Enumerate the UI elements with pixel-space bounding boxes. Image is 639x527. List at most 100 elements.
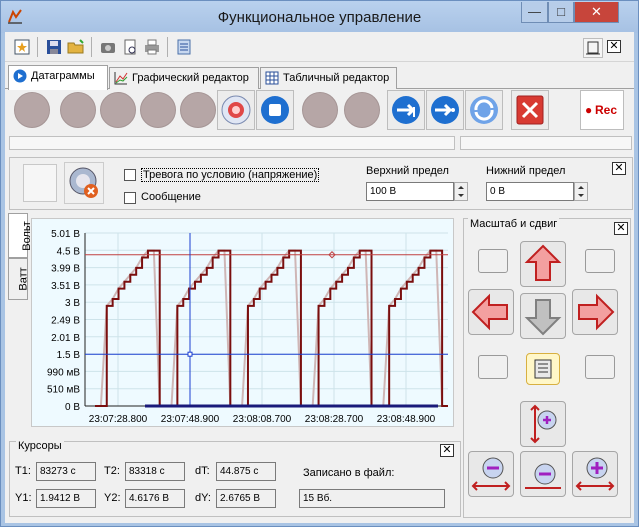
message-label: Сообщение <box>141 191 201 203</box>
alarm-off-button[interactable] <box>64 162 104 204</box>
rec-button[interactable]: ● Rec <box>580 90 624 130</box>
close-cursors-icon[interactable]: ✕ <box>440 444 454 457</box>
title-bar: Функциональное управление — □ ✕ <box>1 1 638 33</box>
y-tick-label: 2.01 В <box>51 333 80 344</box>
alarm-condition-label: Тревога по условию (напряжение) <box>141 168 320 182</box>
file-label: Записано в файл: <box>303 467 395 479</box>
y-tick-label: 5.01 В <box>51 229 80 240</box>
y-tick-label: 2.49 В <box>51 316 80 327</box>
t1-field: 83273 с <box>36 462 96 481</box>
tab-datagrams[interactable]: Датаграммы <box>8 65 108 90</box>
tab-graphic-editor[interactable]: Графический редактор <box>109 67 259 89</box>
print-icon[interactable] <box>143 38 161 56</box>
tab-table-editor[interactable]: Табличный редактор <box>260 67 397 89</box>
blank-slot-button[interactable] <box>478 355 508 379</box>
close-alarm-panel-icon[interactable]: ✕ <box>612 162 626 175</box>
file-field: 15 Вб. <box>299 489 445 508</box>
y-tick-label: 3.51 В <box>51 281 80 292</box>
blank-slot-button[interactable] <box>478 249 508 273</box>
y1-field: 1.9412 В <box>36 489 96 508</box>
record-button[interactable] <box>217 90 255 130</box>
close-panel-icon[interactable]: ✕ <box>607 40 621 53</box>
open-folder-icon[interactable] <box>67 38 85 56</box>
camera-icon[interactable] <box>99 38 117 56</box>
tab-label: Табличный редактор <box>283 72 390 84</box>
delete-button[interactable] <box>511 90 549 130</box>
x-tick-label: 23:08:28.700 <box>305 414 364 425</box>
auto-scale-button[interactable] <box>526 353 560 385</box>
toolbar-separator <box>91 37 92 57</box>
fast-forward-button[interactable] <box>426 90 464 130</box>
disabled-circle-button <box>302 92 338 128</box>
upper-limit-spinner[interactable] <box>454 182 468 201</box>
chart-svg[interactable]: 5.01 В 4.5 В 3.99 В 3.51 В 3 В 2.49 В 2.01 В 1.… <box>32 219 485 426</box>
scale-shift-panel: Масштаб и сдвиг ✕ <box>463 218 631 518</box>
rec-label: Rec <box>595 103 618 117</box>
y2-label: Y2: <box>104 492 121 504</box>
zoom-out-horizontal-button[interactable] <box>468 451 514 497</box>
main-window: Функциональное управление — □ ✕ ✕ Датагр… <box>0 0 639 527</box>
y-tick-label: 510 мВ <box>47 385 80 396</box>
blank-slot-button[interactable] <box>585 249 615 273</box>
scroll-track-right[interactable] <box>460 136 632 150</box>
dy-label: dY: <box>195 492 211 504</box>
maximize-button[interactable]: □ <box>548 2 574 23</box>
zoom-out-vertical-button[interactable] <box>520 451 566 497</box>
x-tick-label: 23:07:28.800 <box>89 414 148 425</box>
window-restore-button[interactable] <box>583 38 603 58</box>
shift-left-button[interactable] <box>468 289 514 335</box>
settings-icon[interactable] <box>175 38 193 56</box>
cursors-title: Курсоры <box>16 440 64 452</box>
t2-label: T2: <box>104 465 120 477</box>
disabled-circle-button <box>14 92 50 128</box>
dt-field: 44.875 с <box>216 462 276 481</box>
x-tick-label: 23:07:48.900 <box>161 414 220 425</box>
scale-title: Масштаб и сдвиг <box>468 218 560 230</box>
tab-volt[interactable]: Вольт <box>8 213 33 258</box>
upper-limit-input[interactable]: 100 В <box>366 182 454 201</box>
close-button[interactable]: ✕ <box>574 2 619 23</box>
upper-limit-label: Верхний предел <box>366 165 449 177</box>
unit-tabs: Вольт Ватт <box>8 213 33 328</box>
table-icon <box>265 71 279 85</box>
y-tick-label: 4.5 В <box>57 246 81 257</box>
scroll-track-left[interactable] <box>9 136 455 150</box>
y-tick-label: 3.99 В <box>51 264 80 275</box>
x-tick-label: 23:08:48.900 <box>377 414 436 425</box>
zoom-vertical-button[interactable] <box>520 401 566 447</box>
dy-field: 2.6765 В <box>216 489 276 508</box>
disabled-circle-button <box>60 92 96 128</box>
star-doc-icon[interactable] <box>13 38 31 56</box>
zoom-in-horizontal-button[interactable] <box>572 451 618 497</box>
lower-limit-input[interactable]: 0 В <box>486 182 574 201</box>
minimize-button[interactable]: — <box>521 2 548 23</box>
disabled-circle-button <box>344 92 380 128</box>
main-toolbar: ✕ <box>5 32 634 62</box>
preview-icon[interactable] <box>121 38 139 56</box>
alarm-panel: Тревога по условию (напряжение) Сообщени… <box>9 157 633 210</box>
tab-label: Датаграммы <box>31 70 95 82</box>
lower-limit-spinner[interactable] <box>574 182 588 201</box>
message-checkbox[interactable] <box>124 192 136 204</box>
save-icon[interactable] <box>45 38 63 56</box>
shift-right-button[interactable] <box>572 289 618 335</box>
voltage-chart[interactable]: 5.01 В 4.5 В 3.99 В 3.51 В 3 В 2.49 В 2.01 В 1.… <box>31 218 485 427</box>
stop-button[interactable] <box>256 90 294 130</box>
step-down-button[interactable] <box>387 90 425 130</box>
shift-down-button[interactable] <box>520 293 566 339</box>
y-tick-label: 990 мВ <box>47 367 80 378</box>
disabled-circle-button <box>100 92 136 128</box>
blank-slot-button[interactable] <box>585 355 615 379</box>
y-tick-label: 3 В <box>65 298 80 309</box>
alarm-condition-checkbox[interactable] <box>124 169 136 181</box>
status-indicator <box>23 164 57 202</box>
close-scale-icon[interactable]: ✕ <box>614 222 628 235</box>
tab-watt[interactable]: Ватт <box>8 258 30 300</box>
dt-label: dT: <box>195 465 210 477</box>
refresh-button[interactable] <box>465 90 503 130</box>
control-bar: ● Rec <box>5 90 634 132</box>
x-tick-label: 23:08:08.700 <box>233 414 292 425</box>
lower-limit-label: Нижний предел <box>486 165 566 177</box>
cursor-handle <box>187 351 193 357</box>
shift-up-button[interactable] <box>520 241 566 287</box>
